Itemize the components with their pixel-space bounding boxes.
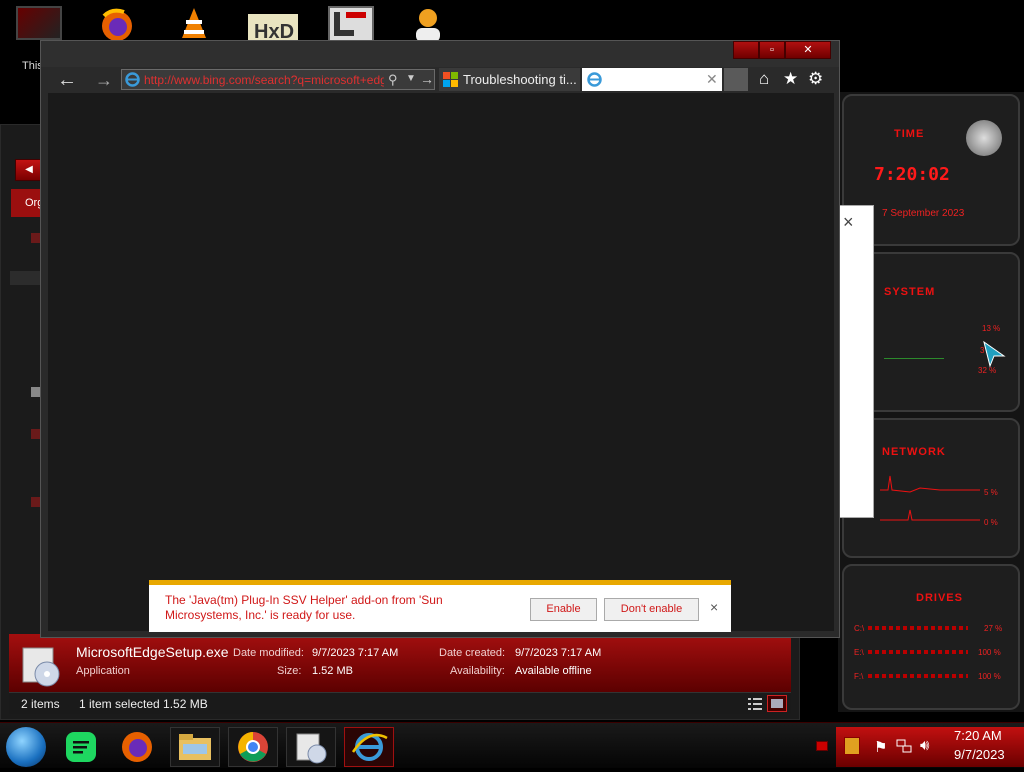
size-label: Size: — [277, 665, 302, 677]
drives-gadget: DRIVES C:\ 27 % E:\ 100 % F:\ 100 % — [842, 564, 1020, 710]
tray-overflow-icon[interactable] — [816, 741, 828, 751]
drive-value: 100 % — [978, 672, 1001, 681]
system-gadget-title: SYSTEM — [884, 286, 936, 298]
taskbar-firefox-button[interactable] — [112, 727, 162, 767]
gadget-time-value: 7:20:02 — [874, 164, 950, 185]
file-name: MicrosoftEdgeSetup.exe — [76, 644, 229, 660]
tab-blank[interactable]: ✕ — [582, 68, 722, 91]
address-url[interactable]: http://www.bing.com/search?q=microsoft+e… — [144, 73, 384, 87]
dropdown-icon[interactable]: ▼ — [406, 73, 416, 84]
go-arrow-icon[interactable]: → — [420, 71, 434, 87]
taskbar-ie-button[interactable] — [344, 727, 394, 767]
explorer-back-button[interactable]: ◀ — [15, 159, 43, 181]
page-content-area — [48, 93, 834, 631]
address-bar[interactable]: http://www.bing.com/search?q=microsoft+e… — [121, 69, 435, 90]
tab-close-icon[interactable]: ✕ — [706, 71, 718, 88]
drive-usage-bar — [868, 650, 968, 654]
selection-info: 1 item selected 1.52 MB — [79, 697, 208, 711]
size-value: 1.52 MB — [312, 665, 353, 677]
taskbar-installer-button[interactable] — [286, 727, 336, 767]
ie-title-bar — [41, 41, 839, 67]
network-gadget-title: NETWORK — [882, 446, 946, 458]
mouse-cursor-icon — [983, 340, 1006, 368]
items-count: 2 items — [21, 697, 60, 711]
firefox-desktop-icon[interactable] — [94, 6, 140, 42]
search-icon[interactable]: ⚲ — [388, 72, 398, 88]
drive-usage-bar — [868, 626, 968, 630]
nav-pane-separator — [10, 271, 42, 285]
taskbar-chrome-button[interactable] — [228, 727, 278, 767]
minimize-button[interactable] — [733, 41, 759, 59]
network-down-value: 0 % — [984, 518, 998, 527]
dialog-close-icon[interactable]: × — [843, 212, 854, 233]
close-button[interactable]: ✕ — [785, 41, 831, 59]
drive-value: 27 % — [984, 624, 1003, 633]
date-modified-label: Date modified: — [233, 647, 304, 659]
start-button[interactable] — [6, 727, 46, 767]
ie-page-icon — [587, 72, 602, 87]
enable-button[interactable]: Enable — [530, 598, 597, 621]
drive-letter: E:\ — [854, 648, 864, 657]
network-graph — [880, 475, 980, 521]
drive-letter: C:\ — [854, 624, 865, 633]
new-tab-button[interactable] — [724, 68, 748, 91]
notification-message: The 'Java(tm) Plug-In SSV Helper' add-on… — [165, 593, 443, 622]
explorer-status-bar: 2 items 1 item selected 1.52 MB — [9, 692, 791, 714]
action-center-flag-icon[interactable]: ⚑ — [874, 738, 887, 756]
details-view-icon[interactable] — [747, 696, 763, 711]
taskbar-notes-button[interactable] — [56, 727, 106, 767]
taskbar-clock-time[interactable]: 7:20 AM — [954, 728, 1002, 743]
taskbar-clock-date[interactable]: 9/7/2023 — [954, 747, 1005, 762]
taskbar-explorer-button[interactable] — [170, 727, 220, 767]
back-arrow-icon[interactable]: ← — [57, 70, 77, 90]
vlc-desktop-icon[interactable] — [176, 6, 212, 42]
tab-label: Troubleshooting ti... — [463, 72, 577, 87]
network-icon[interactable] — [896, 738, 912, 754]
home-icon[interactable]: ⌂ — [759, 69, 769, 89]
time-gadget-title: TIME — [894, 128, 925, 140]
network-up-value: 5 % — [984, 488, 998, 497]
volume-icon[interactable]: 🔊︎ — [920, 737, 929, 754]
details-pane: MicrosoftEdgeSetup.exe Application Date … — [9, 634, 791, 692]
background-dialog: × — [838, 205, 874, 518]
app-desktop-icon[interactable] — [328, 6, 374, 42]
cpu-value: 13 % — [982, 324, 1001, 333]
microsoft-logo-icon — [443, 72, 458, 87]
large-icons-view-icon[interactable] — [767, 695, 787, 712]
favorites-star-icon[interactable]: ★ — [783, 69, 798, 89]
user-desktop-icon[interactable] — [410, 6, 446, 42]
drive-value: 100 % — [978, 648, 1001, 657]
drive-usage-bar — [868, 674, 968, 678]
ie-page-icon — [125, 72, 140, 87]
notification-close-icon[interactable]: × — [710, 599, 718, 615]
date-created-label: Date created: — [439, 647, 506, 659]
internet-explorer-window: ▫ ✕ ← → http://www.bing.com/search?q=mic… — [40, 40, 840, 638]
date-modified-value: 9/7/2023 7:17 AM — [312, 647, 399, 659]
file-type: Application — [76, 665, 130, 677]
alien-head-icon — [966, 120, 1002, 156]
gadget-date-value: 7 September 2023 — [882, 208, 965, 219]
forward-arrow-icon[interactable]: → — [95, 70, 113, 90]
system-graph-line — [884, 358, 944, 359]
tray-app-icon[interactable] — [844, 737, 860, 755]
tab-troubleshooting[interactable]: Troubleshooting ti... — [439, 68, 580, 91]
availability-value: Available offline — [515, 665, 592, 677]
installer-file-icon — [19, 642, 63, 688]
settings-gear-icon[interactable]: ⚙ — [808, 69, 823, 89]
date-created-value: 9/7/2023 7:17 AM — [515, 647, 602, 659]
taskbar: ⚑ 🔊︎ — [0, 722, 1024, 768]
maximize-button[interactable]: ▫ — [759, 41, 785, 59]
addon-notification-bar: The 'Java(tm) Plug-In SSV Helper' add-on… — [149, 580, 731, 632]
desktop-icon-this-pc[interactable] — [16, 6, 62, 40]
availability-label: Availability: — [450, 665, 505, 677]
drive-letter: F:\ — [854, 672, 864, 681]
drives-gadget-title: DRIVES — [916, 592, 963, 604]
dont-enable-button[interactable]: Don't enable — [604, 598, 699, 621]
